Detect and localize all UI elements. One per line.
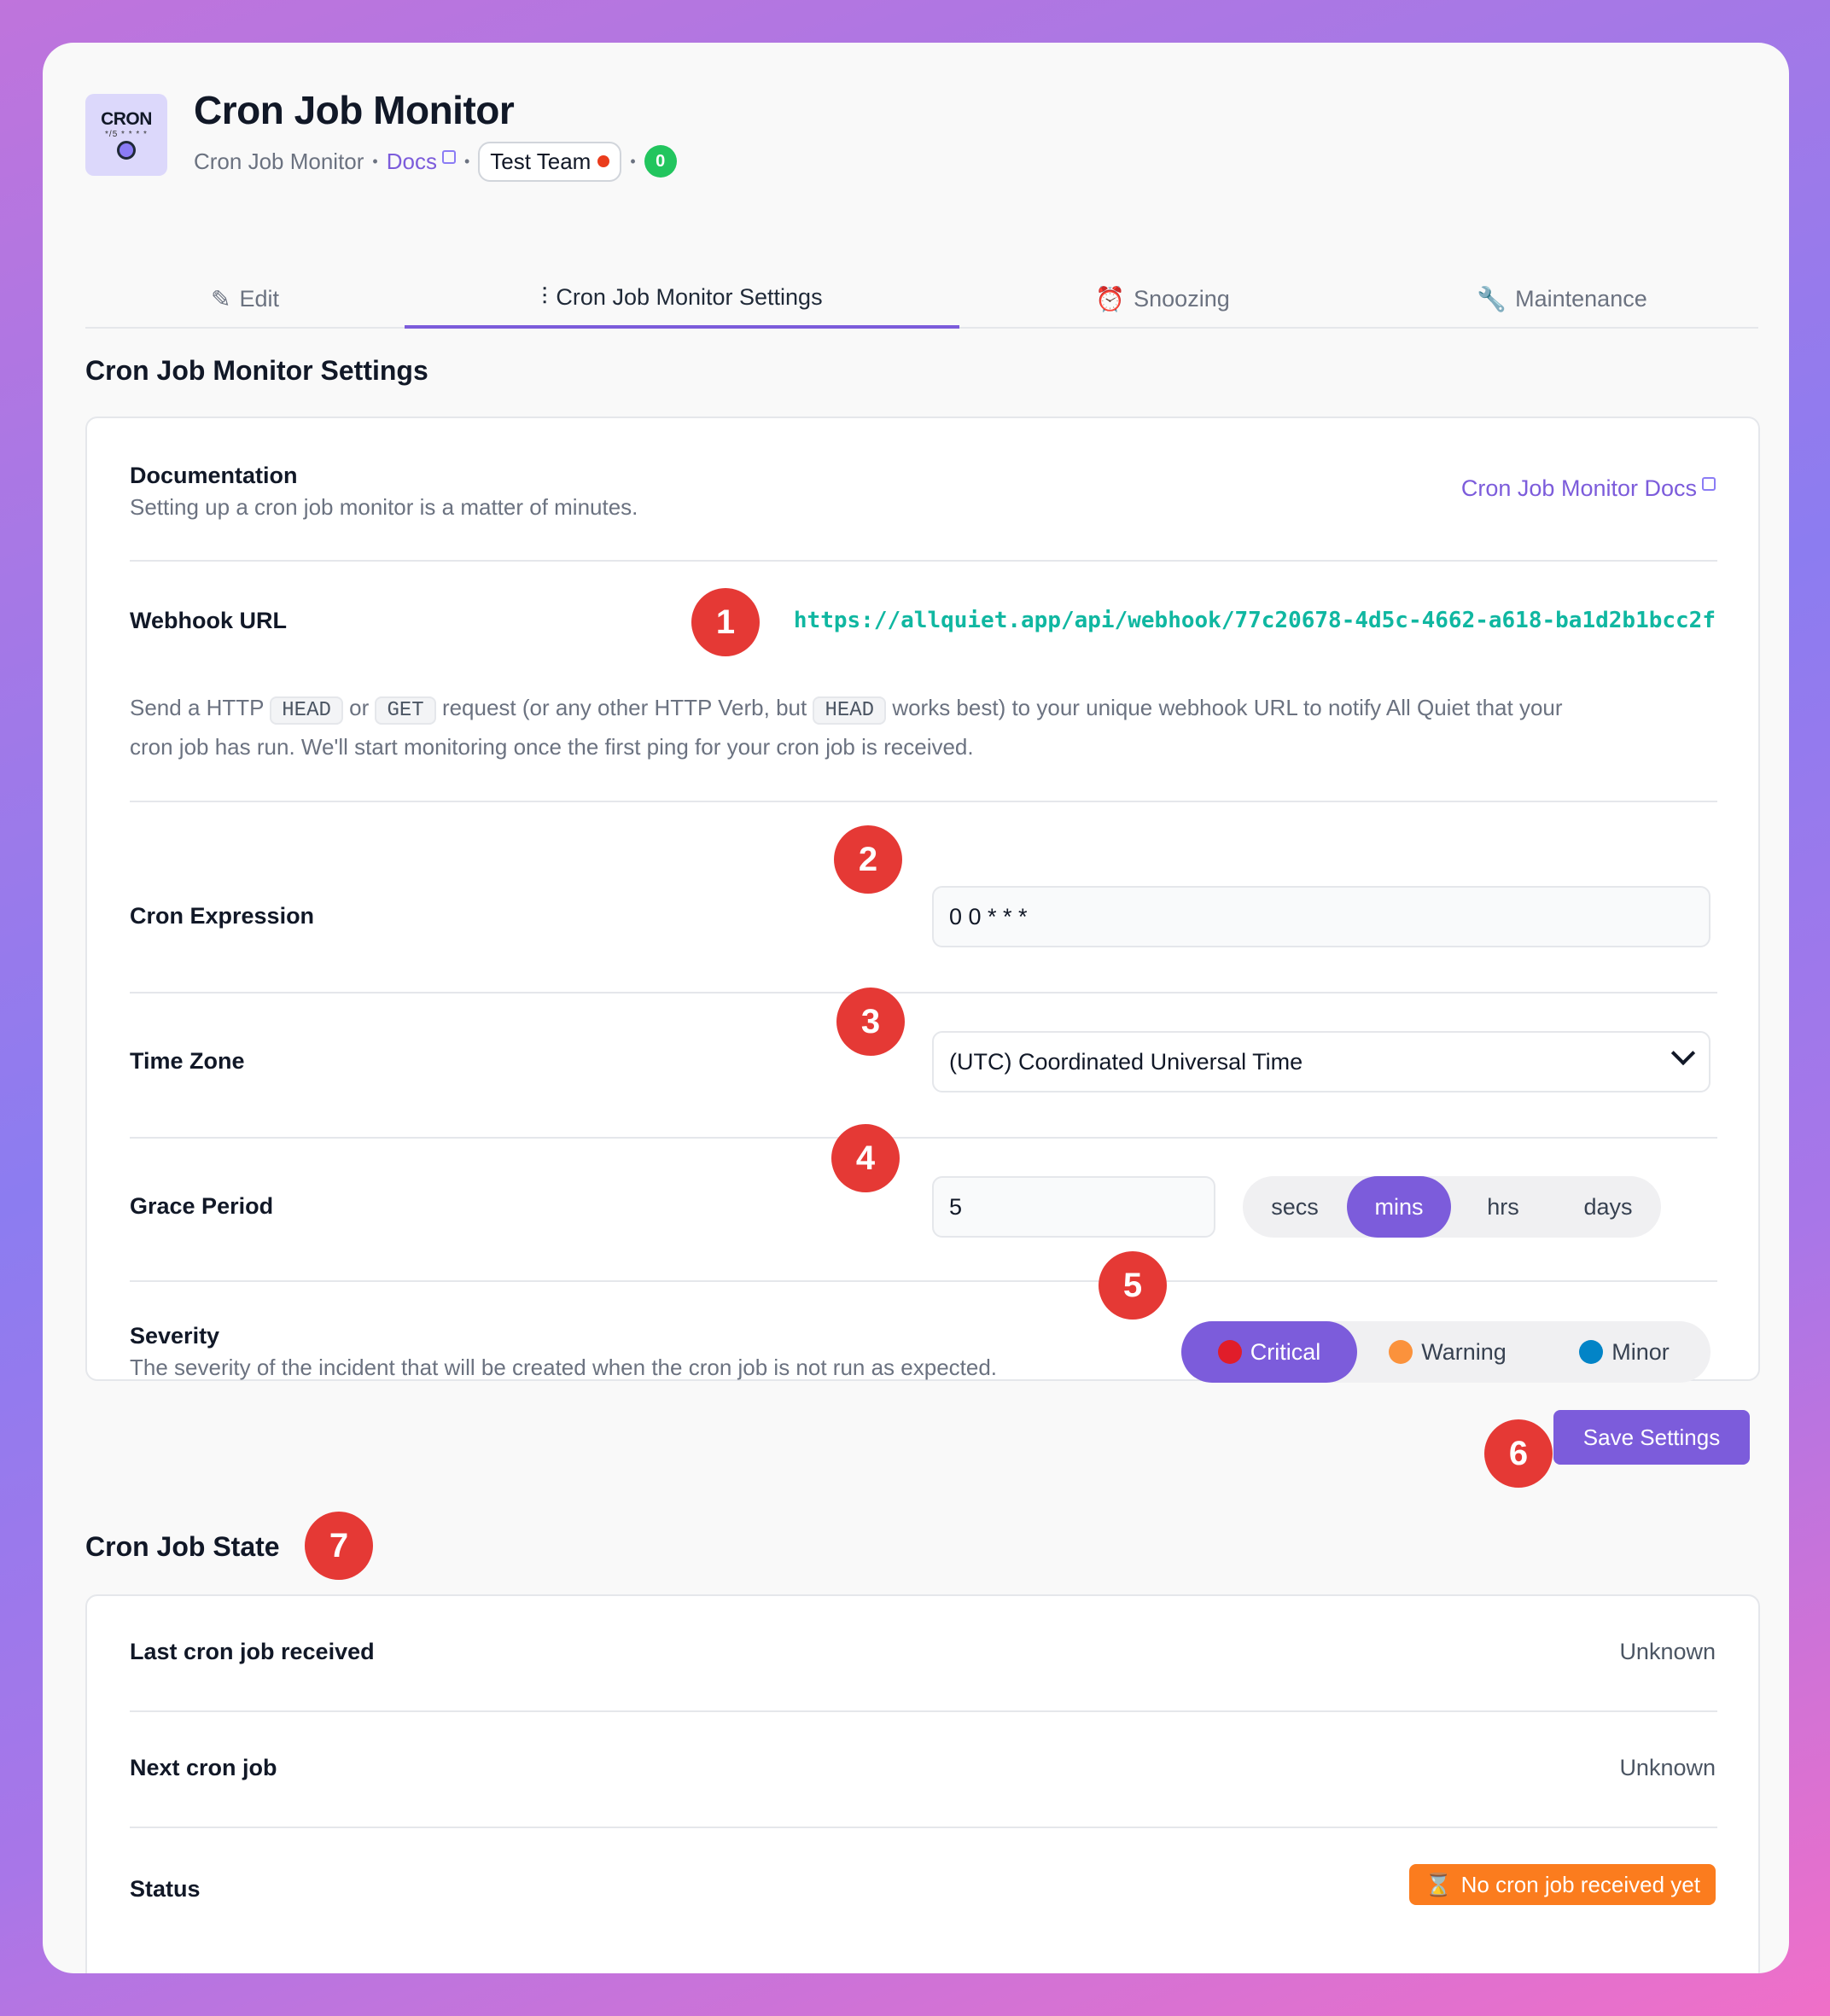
- divider: [130, 560, 1717, 562]
- severity-critical[interactable]: Critical: [1181, 1321, 1357, 1383]
- header-meta: Cron Job Monitor • Docs • Test Team • 0: [194, 140, 677, 183]
- severity-warning[interactable]: Warning: [1357, 1321, 1538, 1383]
- help-text: cron job has run. We'll start monitoring…: [130, 734, 974, 760]
- external-link-icon: [1702, 477, 1716, 491]
- next-job-label: Next cron job: [130, 1755, 277, 1780]
- annotation-badge-4: 4: [831, 1124, 900, 1192]
- state-panel: Last cron job received Unknown Next cron…: [85, 1594, 1760, 1973]
- time-zone-value: (UTC) Coordinated Universal Time: [949, 1048, 1303, 1075]
- tab-label: Edit: [239, 285, 279, 312]
- divider: [130, 1710, 1717, 1712]
- team-label: Test Team: [490, 148, 592, 174]
- separator-dot: •: [463, 152, 470, 170]
- logo-text: CRON: [101, 109, 152, 129]
- next-job-value: Unknown: [1619, 1755, 1716, 1780]
- pencil-icon: ✎: [211, 285, 231, 312]
- critical-dot-icon: [1217, 1340, 1242, 1364]
- separator-dot: •: [630, 152, 636, 170]
- webhook-help: Send a HTTP HEAD or GET request (or any …: [130, 690, 1717, 766]
- divider: [130, 992, 1717, 993]
- status-value: No cron job received yet: [1460, 1871, 1700, 1897]
- logo-circle-icon: [117, 141, 136, 160]
- severity-toggle: Critical Warning Minor: [1181, 1321, 1711, 1383]
- alarm-off-icon: ⏰: [1095, 285, 1126, 312]
- chevron-down-icon: [1670, 1040, 1696, 1066]
- annotation-badge-1: 1: [691, 588, 760, 656]
- tab-cron-settings[interactable]: ⫶ Cron Job Monitor Settings: [405, 269, 959, 329]
- unit-secs[interactable]: secs: [1243, 1176, 1347, 1238]
- unit-hrs[interactable]: hrs: [1451, 1176, 1555, 1238]
- team-status-dot: [597, 155, 610, 167]
- tab-bar: ✎ Edit ⫶ Cron Job Monitor Settings ⏰ Snoozi…: [85, 269, 1758, 329]
- warning-dot-icon: [1389, 1340, 1413, 1364]
- cron-logo: CRON */5 * * * *: [85, 94, 167, 176]
- unit-mins[interactable]: mins: [1347, 1176, 1451, 1238]
- annotation-badge-7: 7: [305, 1512, 373, 1580]
- annotation-badge-2: 2: [834, 825, 902, 894]
- settings-heading: Cron Job Monitor Settings: [85, 355, 428, 386]
- save-settings-button[interactable]: Save Settings: [1553, 1410, 1750, 1465]
- help-text: works best) to your unique webhook URL t…: [892, 695, 1563, 720]
- wrench-icon: 🔧: [1477, 285, 1507, 312]
- cron-expression-input[interactable]: 0 0 * * *: [932, 886, 1711, 947]
- webhook-url[interactable]: https://allquiet.app/api/webhook/77c2067…: [794, 608, 1716, 633]
- logo-subtext: */5 * * * *: [105, 130, 148, 139]
- code-get: GET: [375, 696, 436, 725]
- hourglass-icon: ⌛: [1425, 1871, 1453, 1897]
- tab-label: Maintenance: [1515, 285, 1647, 312]
- help-text: or: [349, 695, 370, 720]
- tab-snoozing[interactable]: ⏰ Snoozing: [959, 269, 1366, 329]
- cron-docs-link[interactable]: Cron Job Monitor Docs: [1461, 475, 1716, 502]
- severity-option-label: Critical: [1250, 1338, 1321, 1365]
- severity-minor[interactable]: Minor: [1538, 1321, 1711, 1383]
- separator-dot: •: [372, 152, 378, 170]
- help-text: request (or any other HTTP Verb, but: [441, 695, 807, 720]
- tab-label: Cron Job Monitor Settings: [556, 283, 823, 310]
- annotation-badge-5: 5: [1099, 1251, 1167, 1320]
- annotation-badge-3: 3: [836, 988, 905, 1056]
- sliders-icon: ⫶: [541, 283, 548, 310]
- page-title: Cron Job Monitor: [194, 88, 515, 132]
- cron-docs-link-label: Cron Job Monitor Docs: [1460, 475, 1697, 501]
- incident-count-badge: 0: [644, 145, 677, 178]
- divider: [130, 801, 1717, 802]
- settings-card: CRON */5 * * * * Cron Job Monitor Cron J…: [43, 43, 1789, 1973]
- time-zone-select[interactable]: (UTC) Coordinated Universal Time: [932, 1031, 1711, 1092]
- integration-name: Cron Job Monitor: [194, 148, 364, 174]
- divider: [130, 1827, 1717, 1828]
- state-heading: Cron Job State: [85, 1531, 280, 1562]
- help-text: Send a HTTP: [130, 695, 265, 720]
- docs-link[interactable]: Docs: [387, 149, 456, 175]
- severity-option-label: Minor: [1611, 1338, 1670, 1365]
- grace-unit-toggle: secs mins hrs days: [1243, 1176, 1661, 1238]
- code-head: HEAD: [270, 696, 343, 725]
- grace-period-input[interactable]: 5: [932, 1176, 1215, 1238]
- minor-dot-icon: [1579, 1340, 1604, 1364]
- annotation-badge-6: 6: [1484, 1419, 1553, 1488]
- tab-edit[interactable]: ✎ Edit: [85, 269, 405, 329]
- divider: [130, 1137, 1717, 1139]
- severity-option-label: Warning: [1421, 1338, 1507, 1365]
- docs-link-label: Docs: [386, 148, 437, 174]
- settings-panel: Documentation Setting up a cron job moni…: [85, 417, 1760, 1383]
- code-head: HEAD: [813, 696, 887, 725]
- last-job-value: Unknown: [1619, 1639, 1716, 1664]
- external-link-icon: [441, 149, 456, 164]
- unit-days[interactable]: days: [1555, 1176, 1661, 1238]
- last-job-label: Last cron job received: [130, 1639, 375, 1664]
- tab-maintenance[interactable]: 🔧 Maintenance: [1366, 269, 1758, 329]
- team-badge[interactable]: Test Team: [478, 141, 622, 182]
- tab-label: Snoozing: [1134, 285, 1230, 312]
- divider: [130, 1280, 1717, 1282]
- status-badge: ⌛ No cron job received yet: [1409, 1864, 1716, 1905]
